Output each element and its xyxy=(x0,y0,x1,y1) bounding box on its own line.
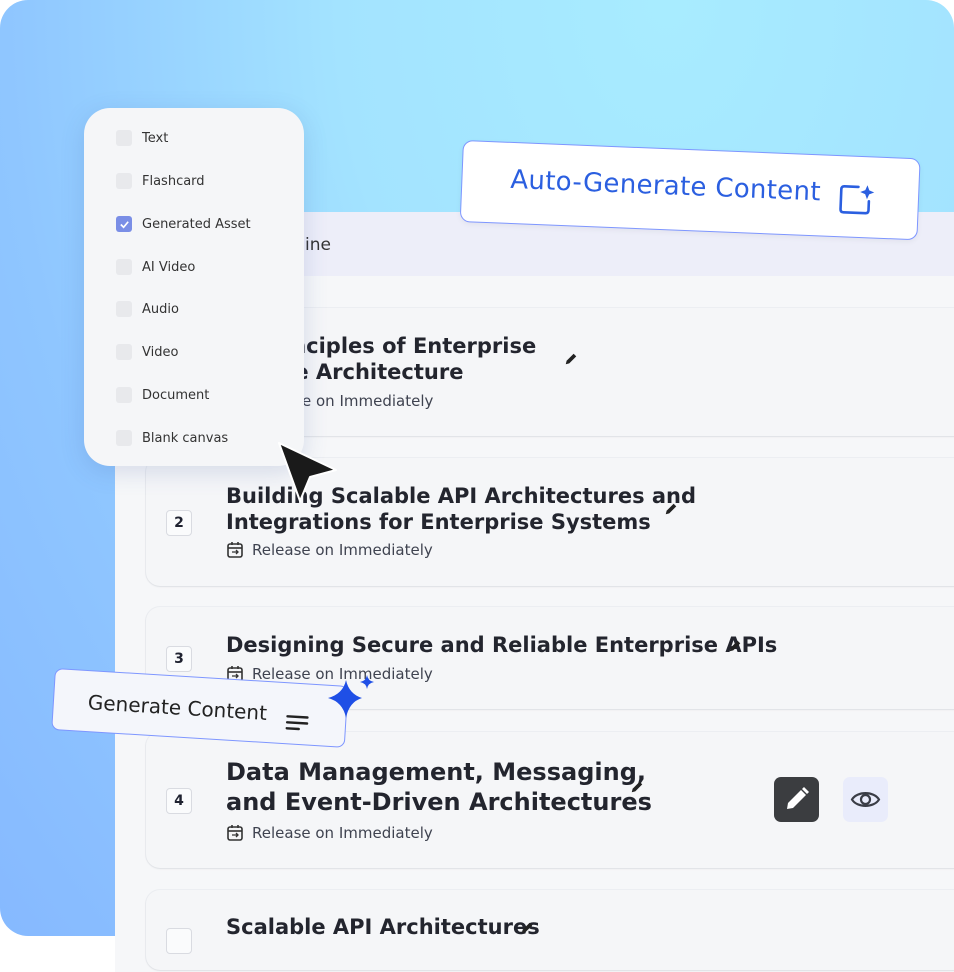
option-generated-asset[interactable]: Generated Asset xyxy=(116,216,251,232)
checkbox[interactable] xyxy=(116,430,132,446)
option-flashcard[interactable]: Flashcard xyxy=(116,173,205,189)
content-type-menu: Text Flashcard Generated Asset AI Video … xyxy=(84,108,304,466)
lesson-title-4[interactable]: Data Management, Messaging, and Event-Dr… xyxy=(226,757,652,817)
calendar-icon xyxy=(227,825,243,841)
option-audio[interactable]: Audio xyxy=(116,301,179,317)
preview-lesson-button[interactable] xyxy=(843,777,888,822)
release-info: e on Immediately xyxy=(302,392,434,410)
check-icon xyxy=(119,220,129,228)
edit-pencil-icon[interactable] xyxy=(520,921,534,935)
sparkle-frame-icon xyxy=(839,185,875,215)
calendar-icon xyxy=(227,542,243,558)
eye-icon xyxy=(850,792,881,807)
lesson-row-2[interactable]: 2 Building Scalable API Architectures an… xyxy=(146,458,954,586)
checkbox[interactable] xyxy=(116,130,132,146)
option-ai-video[interactable]: AI Video xyxy=(116,259,195,275)
lesson-row-5[interactable]: Scalable API Architectures xyxy=(146,890,954,970)
sparkle-icon xyxy=(328,675,374,718)
checkbox[interactable] xyxy=(116,387,132,403)
lesson-row-4[interactable]: 4 Data Management, Messaging, and Event-… xyxy=(146,732,954,868)
edit-lesson-button[interactable] xyxy=(774,777,819,822)
edit-pencil-icon[interactable] xyxy=(664,502,678,516)
checkbox[interactable] xyxy=(116,173,132,189)
lesson-title-1[interactable]: inciples of Enterprise re Architecture xyxy=(284,333,536,385)
mouse-cursor-icon xyxy=(278,442,337,502)
lines-icon xyxy=(285,715,309,731)
option-text[interactable]: Text xyxy=(116,130,168,146)
edit-pencil-icon[interactable] xyxy=(630,780,644,794)
lesson-title-5[interactable]: Scalable API Architectures xyxy=(226,914,540,940)
option-document[interactable]: Document xyxy=(116,387,209,403)
lesson-number xyxy=(166,928,192,954)
edit-pencil-icon[interactable] xyxy=(564,352,578,366)
edit-pencil-icon[interactable] xyxy=(728,639,742,653)
checkbox[interactable] xyxy=(116,259,132,275)
lesson-number: 4 xyxy=(166,788,192,814)
panel-title: ine xyxy=(305,235,331,255)
release-info: Release on Immediately xyxy=(226,824,433,842)
lesson-number: 3 xyxy=(166,646,192,672)
pencil-icon xyxy=(787,787,809,809)
lesson-number: 2 xyxy=(166,510,192,536)
checkbox[interactable] xyxy=(116,344,132,360)
checkbox[interactable] xyxy=(116,301,132,317)
checkbox-checked[interactable] xyxy=(116,216,132,232)
option-video[interactable]: Video xyxy=(116,344,178,360)
release-info: Release on Immediately xyxy=(226,541,433,559)
lesson-title-3[interactable]: Designing Secure and Reliable Enterprise… xyxy=(226,632,777,658)
option-blank-canvas[interactable]: Blank canvas xyxy=(116,430,228,446)
